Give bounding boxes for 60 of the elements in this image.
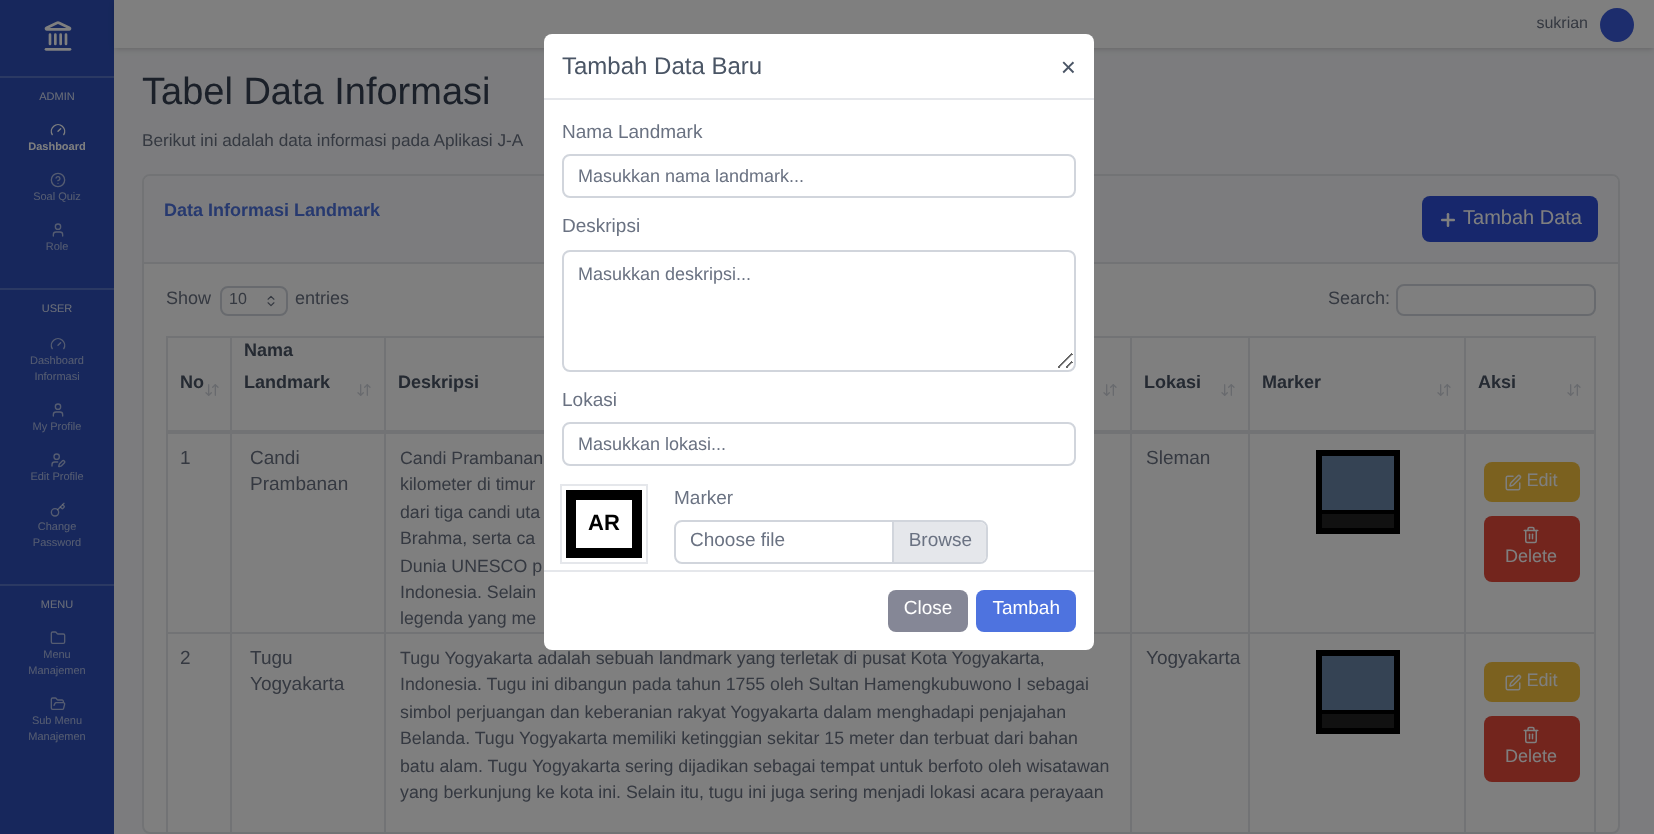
select-caret-icon: [263, 293, 278, 307]
description-line: Tugu Yogyakarta adalah sebuah landmark yang terletak di pusat Kota Yogyakarta,: [400, 646, 1045, 672]
trash-icon: [1522, 726, 1540, 745]
description-line: Indonesia. Selain: [400, 580, 537, 607]
table-cell: 1: [180, 448, 191, 470]
description-line: Brahma, serta ca: [400, 526, 536, 553]
column-header[interactable]: Nama Landmark: [244, 334, 344, 398]
table-cell: Yogyakarta: [1146, 648, 1241, 670]
cancel-button[interactable]: Close: [887, 590, 969, 632]
description-line: Candi Prambanan: [400, 446, 544, 472]
photo-placeholder: [1315, 650, 1399, 734]
table-cell-text: Tugu Yogyakarta: [250, 646, 347, 698]
description-line: simbol perjuangan dan keberanian rakyat Yogyakarta dalam menghadapi penjajahan: [400, 699, 1067, 726]
text-field[interactable]: Masukkan nama landmark...: [562, 154, 1076, 199]
table-cell: Candi Prambanan: [250, 446, 350, 498]
description-field[interactable]: Masukkan deskripsi...: [562, 249, 1076, 371]
search-label: Search:: [1327, 286, 1390, 313]
submit-button[interactable]: Tambah: [976, 590, 1076, 632]
delete-button[interactable]: Delete: [1483, 716, 1579, 782]
avatar-icon[interactable]: [1600, 7, 1634, 42]
description-line: kilometer di timur: [400, 472, 536, 499]
description-line: Indonesia. Tugu ini dibangun pada tahun 1755 oleh Sultan Hamengkubuwono I sebagai: [400, 672, 1089, 699]
description-line: dari tiga candi uta: [400, 499, 541, 526]
edit-icon: [1504, 473, 1523, 491]
column-header[interactable]: Marker: [1262, 366, 1362, 398]
description-line: Belanda. Tugu Yogyakarta memiliki ketinggian sekitar 15 meter dan terbuat dari bahan: [400, 726, 1078, 753]
show-label: Show: [166, 286, 212, 313]
page-subtitle: Berikut ini adalah data informasi pada Aplikasi J-A: [142, 128, 524, 154]
column-header[interactable]: No: [180, 366, 204, 398]
card-title: Data Informasi Landmark: [164, 198, 381, 224]
table-cell: Sleman: [1146, 448, 1211, 470]
file-field[interactable]: Choose file Browse: [674, 520, 988, 564]
add-data-button[interactable]: Tambah Data: [1421, 196, 1598, 242]
page-title: Tabel Data Informasi: [142, 72, 493, 117]
description-line: legenda yang me: [400, 606, 537, 633]
field-label: Lokasi: [562, 387, 619, 415]
description-line: batu alam. Tugu Yogyakarta sering dijadikan sebagai tempat untuk berfoto oleh wisatawan: [400, 753, 1110, 780]
logo-icon: [41, 20, 73, 52]
close-button[interactable]: ×: [1060, 53, 1076, 79]
column-header[interactable]: Deskripsi: [398, 366, 498, 398]
plus-icon: [1437, 209, 1458, 229]
column-header[interactable]: Aksi: [1478, 366, 1566, 398]
delete-button[interactable]: Delete: [1483, 516, 1579, 582]
entries-select[interactable]: 10: [219, 285, 288, 315]
user-name[interactable]: sukrian: [1536, 12, 1588, 37]
trash-icon: [1522, 526, 1540, 545]
description-line: Dunia UNESCO p: [400, 553, 543, 580]
photo-placeholder: [1315, 450, 1399, 534]
sidebar-item-icon: [49, 122, 65, 139]
field-label: Nama Landmark: [562, 120, 705, 148]
entries-label: entries: [295, 286, 350, 313]
table-cell: 2: [180, 648, 191, 670]
marker-preview: AR: [562, 485, 646, 562]
column-header[interactable]: Lokasi: [1144, 366, 1220, 398]
description-line: yang berkunjung ke kota ini. Selain itu, tugu ini juga sering menjadi lokasi acara perayaan: [400, 780, 1104, 807]
edit-icon: [1504, 673, 1523, 691]
text-field[interactable]: Masukkan lokasi...: [562, 421, 1076, 466]
field-label: Marker: [674, 485, 736, 514]
field-label: Deskripsi: [562, 214, 643, 243]
modal-title: Tambah Data Baru: [562, 50, 763, 84]
